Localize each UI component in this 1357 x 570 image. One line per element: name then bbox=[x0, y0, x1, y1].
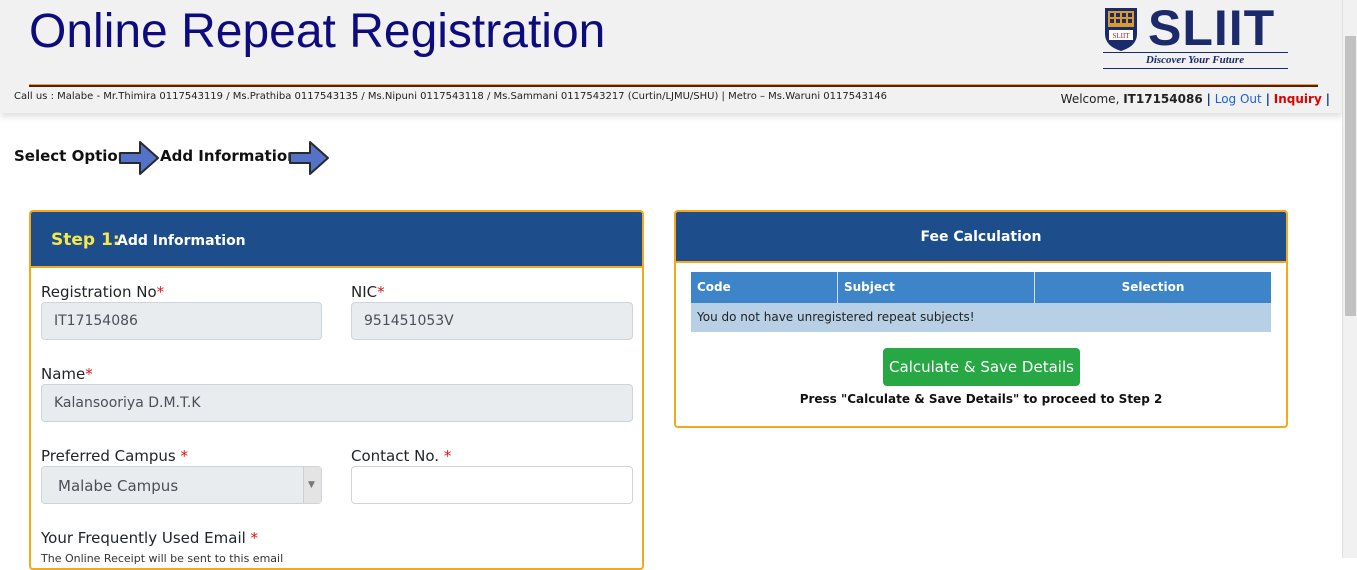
logo-wordmark: SLIIT bbox=[1148, 0, 1276, 56]
column-subject: Subject bbox=[838, 272, 1035, 303]
user-bar: Welcome, IT17154086 | Log Out | Inquiry … bbox=[1061, 92, 1330, 106]
arrow-right-icon bbox=[289, 141, 329, 175]
campus-label: Preferred Campus * bbox=[41, 447, 189, 465]
table-row: You do not have unregistered repeat subj… bbox=[691, 303, 1271, 332]
panel-header: Step 1: Add Information bbox=[31, 212, 642, 268]
separator: | bbox=[1325, 92, 1330, 106]
proceed-note: Press "Calculate & Save Details" to proc… bbox=[799, 392, 1163, 406]
inquiry-link[interactable]: Inquiry bbox=[1274, 92, 1322, 106]
contact-field[interactable] bbox=[351, 466, 633, 504]
nic-label: NIC* bbox=[351, 283, 385, 301]
separator: | bbox=[1206, 92, 1211, 106]
step-add-information: Add Information bbox=[160, 147, 298, 165]
sliit-logo: SLIIT SLIIT Discover Your Future bbox=[1102, 0, 1288, 70]
svg-text:SLIIT: SLIIT bbox=[1112, 32, 1130, 40]
table-header: Code Subject Selection bbox=[691, 272, 1271, 303]
welcome-text: Welcome, bbox=[1060, 92, 1120, 106]
nic-field[interactable]: 951451053V bbox=[351, 302, 633, 340]
site-header: Online Repeat Registration SLIIT SLIIT D… bbox=[0, 0, 1342, 113]
step-number: Step 1: bbox=[51, 230, 120, 250]
registration-label: Registration No* bbox=[41, 283, 165, 301]
arrow-right-icon bbox=[119, 141, 159, 175]
column-code: Code bbox=[691, 272, 838, 303]
logout-link[interactable]: Log Out bbox=[1215, 92, 1262, 106]
crest-icon: SLIIT bbox=[1105, 8, 1137, 51]
scroll-thumb[interactable] bbox=[1345, 36, 1356, 316]
contact-info: Call us : Malabe - Mr.Thimira 0117543119… bbox=[14, 91, 887, 102]
column-selection: Selection bbox=[1121, 280, 1185, 294]
name-label: Name* bbox=[41, 365, 93, 383]
contact-label: Contact No. * bbox=[351, 447, 452, 465]
email-label: Your Frequently Used Email * bbox=[41, 529, 259, 547]
logo-tagline: Discover Your Future bbox=[1145, 54, 1245, 66]
page-scrollbar[interactable] bbox=[1342, 0, 1357, 558]
campus-selected: Malabe Campus bbox=[58, 477, 179, 495]
header-divider bbox=[29, 84, 1318, 87]
fee-table: Code Subject Selection You do not have u… bbox=[691, 272, 1271, 332]
logo-rule-bottom bbox=[1103, 68, 1288, 69]
name-field[interactable]: Kalansooriya D.M.T.K bbox=[41, 384, 633, 422]
page-title: Online Repeat Registration bbox=[29, 5, 606, 58]
chevron-down-icon: ▼ bbox=[308, 480, 315, 490]
dropdown-button[interactable]: ▼ bbox=[303, 467, 321, 503]
fee-title: Fee Calculation bbox=[920, 229, 1042, 245]
email-note: The Online Receipt will be sent to this … bbox=[41, 552, 284, 565]
logo-rule bbox=[1103, 52, 1288, 53]
user-id: IT17154086 bbox=[1123, 92, 1203, 106]
calculate-save-button[interactable]: Calculate & Save Details bbox=[883, 348, 1080, 386]
campus-select[interactable]: Malabe Campus ▼ bbox=[41, 466, 322, 504]
step-title: Add Information bbox=[117, 233, 246, 249]
registration-field[interactable]: IT17154086 bbox=[41, 302, 322, 340]
fee-calculation-panel: Fee Calculation Code Subject Selection Y… bbox=[674, 210, 1288, 428]
add-information-panel: Step 1: Add Information Registration No*… bbox=[29, 210, 644, 570]
panel-header: Fee Calculation bbox=[676, 212, 1286, 263]
step-select-option: Select Option bbox=[14, 147, 129, 165]
separator: | bbox=[1265, 92, 1270, 106]
